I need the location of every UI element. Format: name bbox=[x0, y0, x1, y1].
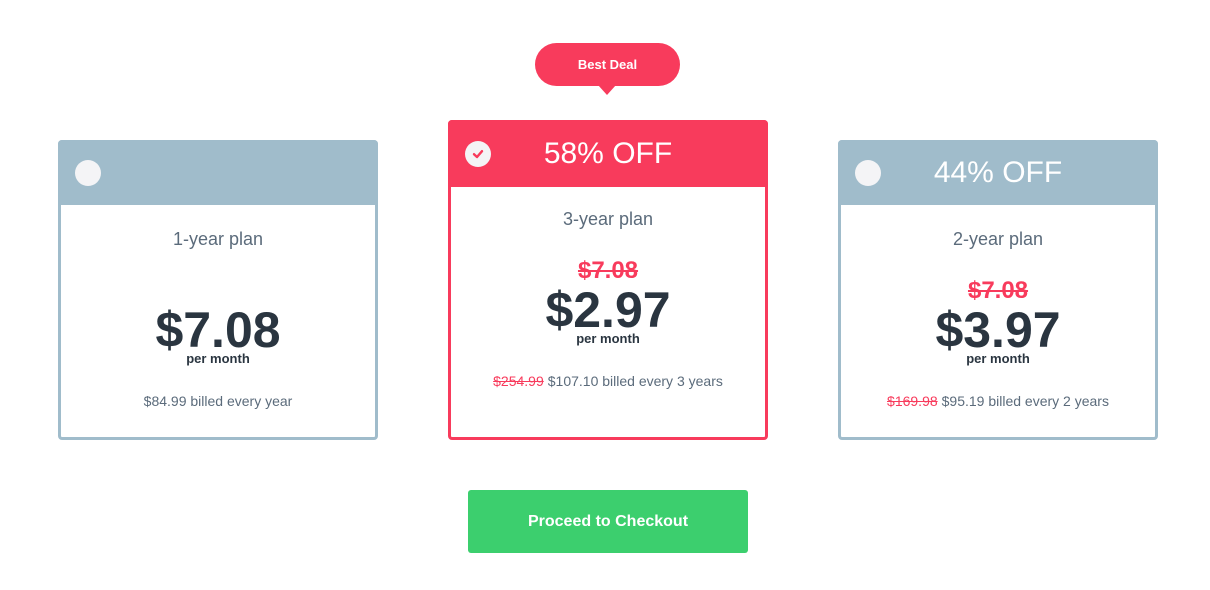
plan-card-3-year[interactable]: 58% OFF 3-year plan $7.08 $2.97 per mont… bbox=[448, 120, 768, 440]
pricing-page: Best Deal 1-year plan $7.08 per month $8… bbox=[0, 0, 1210, 590]
per-month-label: per month bbox=[186, 351, 250, 366]
plan-name: 3-year plan bbox=[562, 209, 654, 229]
old-total-price: $169.98 bbox=[887, 393, 938, 409]
monthly-price: $2.97 bbox=[545, 282, 671, 338]
check-selected-icon[interactable] bbox=[465, 140, 491, 167]
plan-card-2-year[interactable]: 44% OFF 2-year plan $7.08 $3.97 per mont… bbox=[838, 140, 1158, 440]
discount-label: 44% OFF bbox=[933, 155, 1063, 189]
discount-label: 58% OFF bbox=[543, 136, 673, 170]
old-monthly-price: $7.08 bbox=[967, 277, 1029, 304]
plan-card-header bbox=[58, 140, 378, 205]
old-total-price: $254.99 bbox=[493, 373, 544, 389]
monthly-price: $7.08 bbox=[155, 302, 281, 358]
plan-card-header: 58% OFF bbox=[448, 120, 768, 187]
per-month-label: per month bbox=[576, 331, 640, 346]
best-deal-badge: Best Deal bbox=[535, 43, 680, 95]
old-monthly-price: $7.08 bbox=[577, 257, 639, 284]
billing-text: $84.99 billed every year bbox=[143, 393, 293, 409]
plan-card-1-year[interactable]: 1-year plan $7.08 per month $84.99 bille… bbox=[58, 140, 378, 440]
monthly-price: $3.97 bbox=[935, 302, 1061, 358]
radio-unselected-icon[interactable] bbox=[855, 159, 881, 186]
billing-text: $95.19 billed every 2 years bbox=[941, 393, 1109, 409]
billing-summary: $84.99 billed every year bbox=[61, 393, 375, 409]
plan-card-header: 44% OFF bbox=[838, 140, 1158, 205]
per-month-label: per month bbox=[966, 351, 1030, 366]
billing-text: $107.10 billed every 3 years bbox=[547, 373, 723, 389]
billing-summary: $254.99 $107.10 billed every 3 years bbox=[451, 373, 765, 389]
proceed-to-checkout-button[interactable]: Proceed to Checkout bbox=[468, 490, 748, 553]
plan-name: 2-year plan bbox=[952, 229, 1044, 249]
billing-summary: $169.98 $95.19 billed every 2 years bbox=[841, 393, 1155, 409]
radio-unselected-icon[interactable] bbox=[75, 159, 101, 186]
plan-name: 1-year plan bbox=[172, 229, 264, 249]
